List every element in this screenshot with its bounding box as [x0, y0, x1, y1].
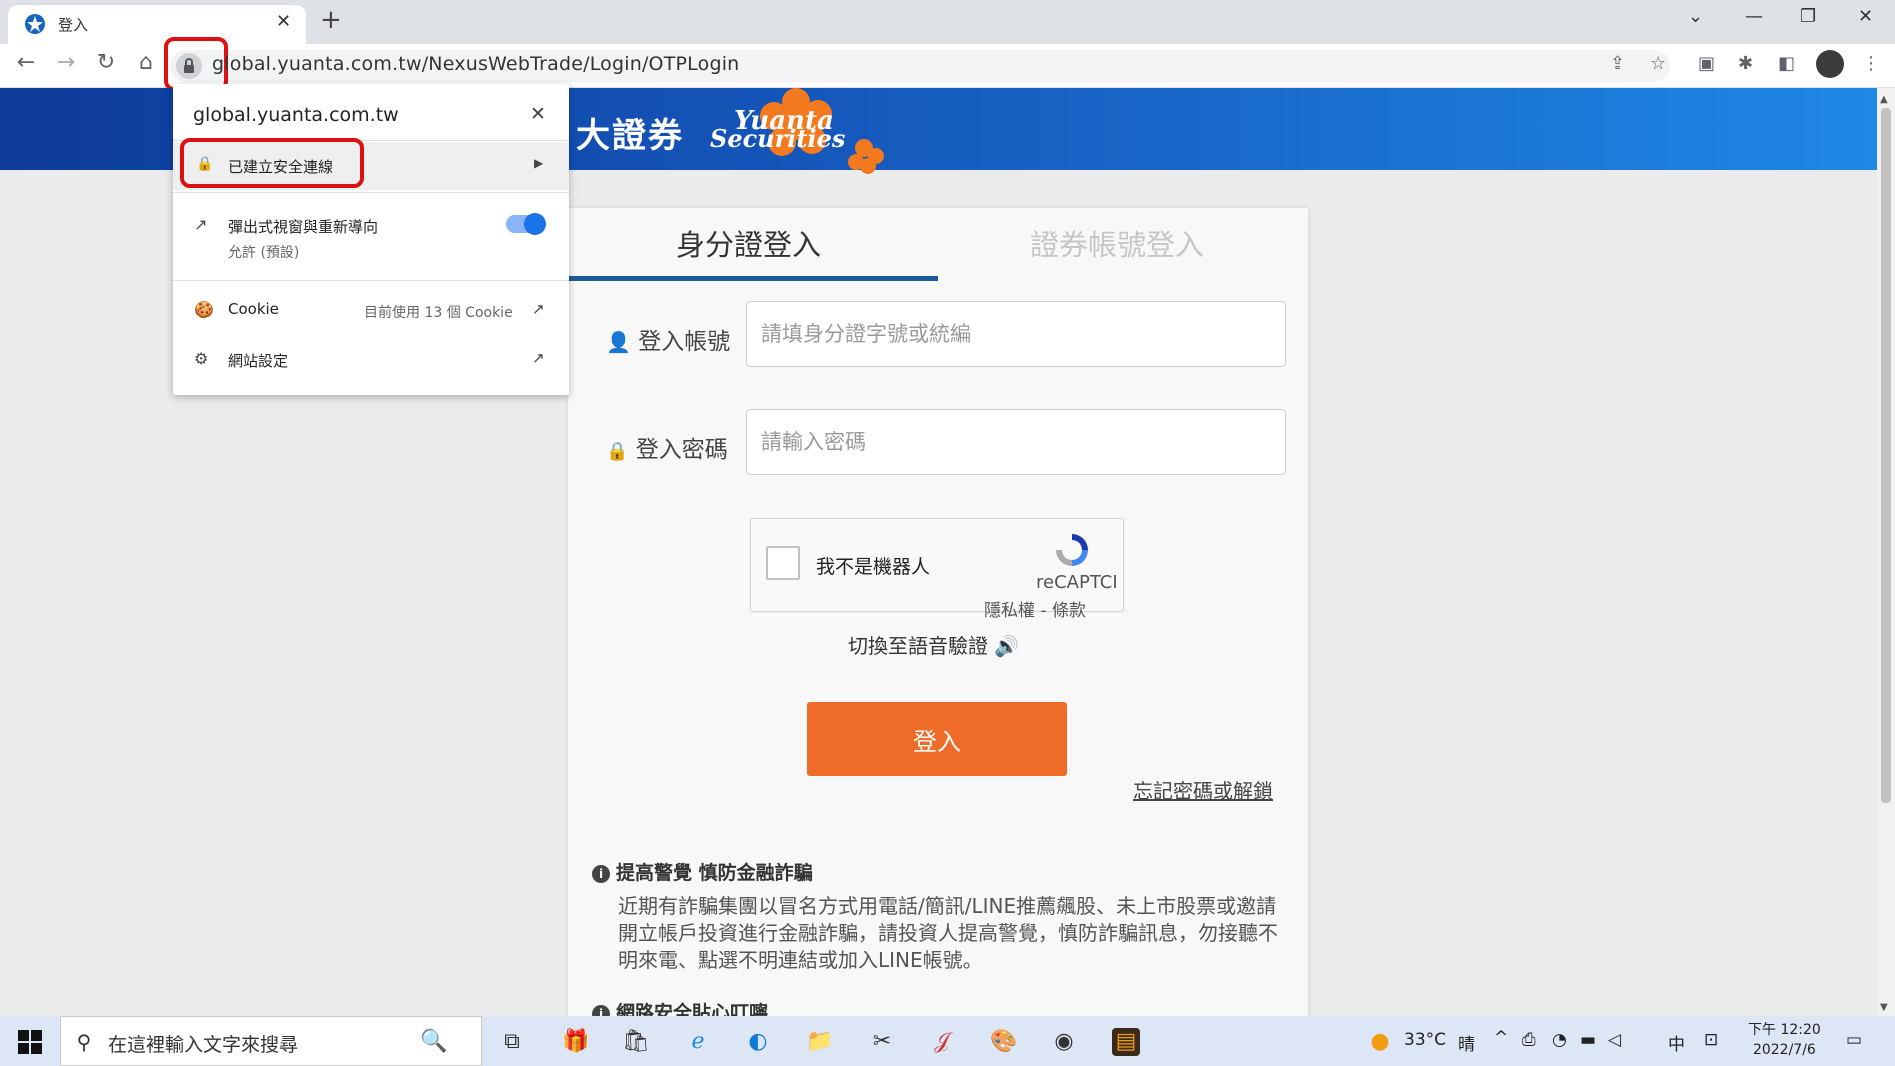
site-settings-label[interactable]: 網站設定 — [228, 350, 288, 371]
share-icon[interactable]: ⇪ — [1610, 53, 1625, 74]
popup-external-icon: ↗ — [194, 215, 208, 234]
taskbar-clock[interactable]: 下午 12:20 2022/7/6 — [1748, 1020, 1821, 1060]
popup-divider — [173, 192, 569, 193]
notifications-icon[interactable]: ▭ — [1846, 1030, 1862, 1050]
account-label: 👤 登入帳號 — [606, 329, 731, 355]
extensions-puzzle-icon[interactable]: ✱ — [1738, 53, 1753, 74]
recaptcha-logo-icon — [1056, 534, 1088, 566]
weather-condition[interactable]: 晴 — [1458, 1030, 1475, 1055]
recaptcha-checkbox[interactable] — [766, 546, 800, 580]
tab-title: 登入 — [58, 16, 89, 34]
highlight-secure-annotation — [180, 138, 364, 188]
profile-avatar[interactable] — [1816, 50, 1844, 78]
taskbar-search-placeholder: 在這裡輸入文字來搜尋 — [108, 1034, 299, 1056]
clock-date: 2022/7/6 — [1752, 1042, 1816, 1058]
search-icon: ⚲ — [76, 1030, 92, 1054]
open-external-icon[interactable]: ↗ — [532, 300, 545, 318]
forgot-password-link[interactable]: 忘記密碼或解鎖 — [1133, 775, 1273, 804]
ime-mode-icon[interactable]: ⊡ — [1704, 1030, 1718, 1050]
window-close-icon[interactable]: ✕ — [1858, 6, 1873, 27]
url-text[interactable]: global.yuanta.com.tw/NexusWebTrade/Login… — [212, 53, 739, 75]
info-icon: i — [592, 865, 610, 883]
popup-close-icon[interactable]: ✕ — [530, 103, 546, 125]
back-icon[interactable]: ← — [12, 50, 40, 75]
weather-temperature[interactable]: 33°C — [1404, 1030, 1446, 1050]
task-view-icon[interactable]: ⧉ — [498, 1028, 526, 1056]
login-button[interactable]: 登入 — [807, 702, 1067, 776]
forward-icon[interactable]: → — [52, 50, 80, 75]
new-tab-icon[interactable]: + — [320, 5, 342, 35]
site-info-popup — [173, 84, 569, 395]
side-panel-icon[interactable]: ◧ — [1778, 53, 1795, 74]
ime-indicator[interactable]: 中 — [1668, 1030, 1685, 1055]
search-highlight-icon: 🔍 — [420, 1029, 448, 1054]
scroll-up-icon[interactable]: ▲ — [1880, 94, 1888, 105]
cookie-icon: 🍪 — [194, 300, 214, 319]
chevron-right-icon: ▶ — [534, 156, 544, 170]
volume-icon[interactable]: ◁ — [1608, 1030, 1621, 1050]
password-label: 🔒 登入密碼 — [606, 437, 728, 463]
minimize-icon[interactable]: — — [1745, 6, 1763, 27]
extension-tool-icon[interactable]: ▣ — [1698, 53, 1715, 74]
open-external-icon[interactable]: ↗ — [532, 349, 545, 367]
red-app-icon[interactable]: 𝒥 — [928, 1028, 956, 1056]
popups-redirects-label: 彈出式視窗與重新導向 — [228, 218, 379, 236]
popups-redirects-value: 允許 (預設) — [228, 245, 300, 261]
chrome-browser-icon[interactable]: ◉ — [1050, 1028, 1078, 1056]
cookie-count: 目前使用 13 個 Cookie — [364, 305, 513, 321]
tab-securities-login[interactable]: 證券帳號登入 — [1030, 222, 1204, 264]
brand-name-cn: 大證券 — [576, 116, 684, 156]
browser-tab[interactable]: 登入 ✕ — [8, 5, 306, 44]
recaptcha-brand: reCAPTCI — [1036, 572, 1118, 593]
store-app-icon[interactable]: 🛍 — [622, 1028, 650, 1056]
tab-id-login[interactable]: 身分證登入 — [676, 222, 821, 264]
menu-kebab-icon[interactable]: ⋮ — [1862, 53, 1880, 74]
recaptcha-label: 我不是機器人 — [816, 556, 931, 578]
home-icon[interactable]: ⌂ — [132, 50, 160, 75]
windows-start-icon[interactable] — [18, 1030, 42, 1054]
weather-sun-icon: ● — [1370, 1029, 1390, 1054]
account-input[interactable] — [746, 301, 1286, 367]
popup-divider — [173, 280, 569, 281]
brand-name-en-2: Securities — [710, 124, 846, 153]
gear-icon: ⚙ — [194, 349, 209, 368]
gift-app-icon[interactable]: 🎁 — [562, 1028, 590, 1056]
speaker-icon: 🔊 — [994, 634, 1020, 658]
active-tab-indicator — [568, 276, 938, 281]
audio-verification-link[interactable]: 切換至語音驗證 🔊 — [848, 630, 1019, 659]
lock-icon: 🔒 — [606, 441, 629, 462]
battery-icon[interactable]: ▬ — [1580, 1030, 1596, 1050]
device-icon[interactable]: ⎙ — [1522, 1030, 1536, 1050]
tab-search-icon[interactable]: ⌄ — [1688, 6, 1703, 27]
edge-browser-icon[interactable]: ◐ — [744, 1028, 772, 1056]
presentation-app-icon[interactable]: ▤ — [1112, 1028, 1140, 1056]
reload-icon[interactable]: ↻ — [92, 50, 120, 75]
bookmark-star-icon[interactable]: ☆ — [1650, 53, 1666, 74]
internet-explorer-icon[interactable]: ℯ — [684, 1028, 712, 1056]
popup-hostname: global.yuanta.com.tw — [193, 104, 399, 126]
fraud-notice-body: 近期有詐騙集團以冒名方式用電話/簡訊/LINE推薦飆股、未上市股票或邀請開立帳戶… — [618, 894, 1278, 972]
snipping-tool-icon[interactable]: ✂ — [868, 1028, 896, 1056]
yuanta-favicon-icon — [25, 14, 45, 34]
password-input[interactable] — [746, 409, 1286, 475]
tray-expand-icon[interactable]: ^ — [1494, 1028, 1508, 1048]
restore-icon[interactable]: ❐ — [1800, 6, 1816, 27]
file-explorer-icon[interactable]: 📁 — [806, 1028, 834, 1056]
recaptcha-terms-links[interactable]: 隱私權 - 條款 — [984, 596, 1086, 621]
clock-time: 下午 12:20 — [1748, 1022, 1821, 1038]
popups-toggle-knob[interactable] — [524, 213, 546, 235]
scrollbar-thumb[interactable] — [1881, 108, 1891, 803]
tab-close-icon[interactable]: ✕ — [276, 11, 291, 32]
scroll-down-icon[interactable]: ▼ — [1880, 1002, 1888, 1013]
paint-app-icon[interactable]: 🎨 — [990, 1028, 1018, 1056]
wifi-icon[interactable]: ◔ — [1552, 1030, 1567, 1050]
fraud-notice-title: i 提高警覺 慎防金融詐騙 — [592, 858, 813, 885]
user-icon: 👤 — [606, 330, 631, 354]
cookie-label[interactable]: Cookie — [228, 300, 279, 318]
